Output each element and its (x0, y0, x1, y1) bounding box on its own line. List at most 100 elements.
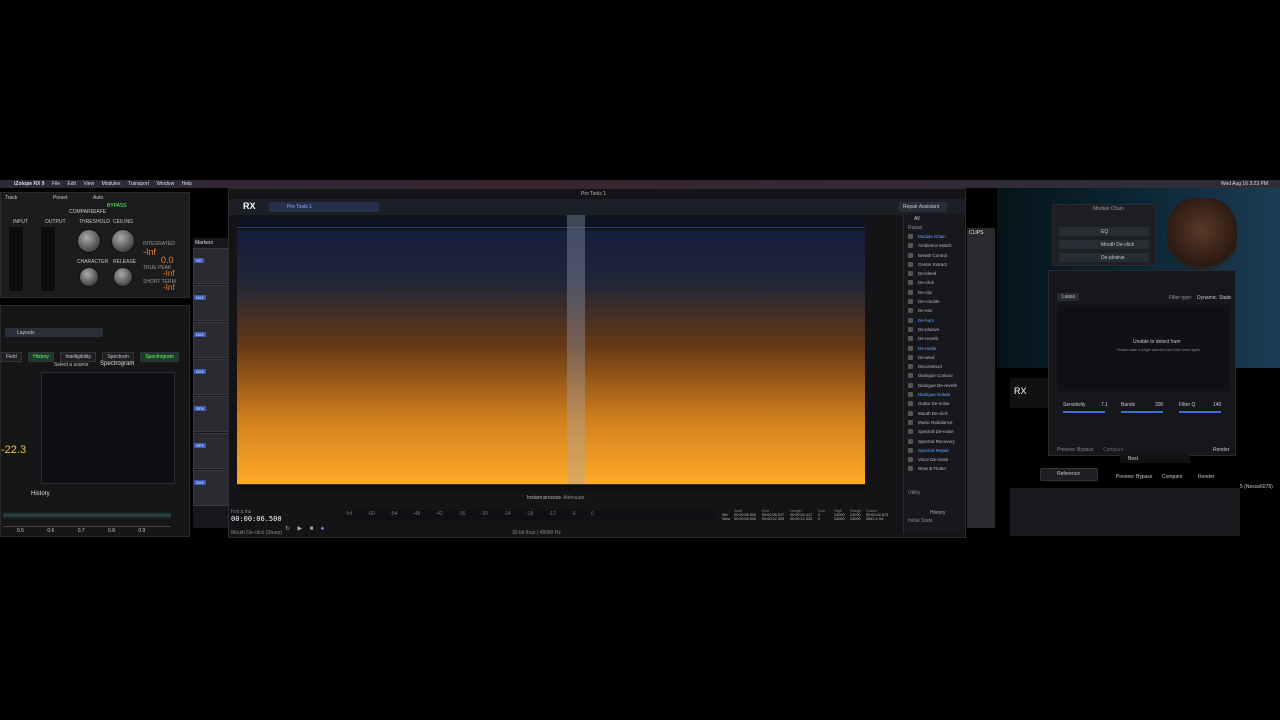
module-item[interactable]: Dialogue Isolate (904, 390, 964, 399)
menu-clock[interactable]: Wed Aug 16 3:23 PM (1221, 180, 1268, 188)
rx-file-tab[interactable]: Pro Tools 1 (269, 202, 379, 212)
track-row[interactable]: DX2 (193, 322, 229, 358)
compare-button-bottom[interactable]: Compare (1162, 474, 1183, 480)
repair-assistant-button[interactable]: Repair Assistant (899, 202, 947, 212)
module-filter-select[interactable]: All (904, 214, 964, 224)
hum-submessage: Please make a longer selection and click… (1117, 348, 1201, 352)
module-item[interactable]: De-wind (904, 353, 964, 362)
chain-item[interactable]: Mouth De-click (1059, 240, 1149, 249)
module-item[interactable]: Spectral De-noise (904, 427, 964, 436)
bands-value[interactable]: 300 (1155, 402, 1163, 408)
loop-icon[interactable]: ↻ (285, 526, 290, 532)
module-item[interactable]: Dialogue De-reverb (904, 381, 964, 390)
menu-help[interactable]: Help (182, 181, 192, 187)
module-item[interactable]: De-crackle (904, 297, 964, 306)
track-row[interactable]: VO (193, 248, 229, 284)
filter-static-radio[interactable]: Static (1219, 295, 1232, 301)
bypass-button-bottom[interactable]: Bypass (1136, 474, 1152, 480)
module-item[interactable]: De-click (904, 278, 964, 287)
track-name: SFX (194, 443, 206, 448)
safe-button[interactable]: SAFE (93, 209, 106, 215)
menu-view[interactable]: View (83, 181, 94, 187)
module-item[interactable]: De-clip (904, 288, 964, 297)
module-item[interactable]: De-plosive (904, 325, 964, 334)
instant-process-toggle[interactable]: Instant process (527, 495, 561, 501)
filter-dynamic-radio[interactable]: Dynamic (1197, 295, 1216, 301)
preview-button-bottom[interactable]: Preview (1116, 474, 1134, 480)
history-initial-state[interactable]: Initial State (908, 518, 933, 524)
menu-app-name[interactable]: iZotope RX 9 (14, 181, 45, 187)
waveform-overview[interactable] (237, 217, 865, 228)
track-row[interactable]: SFX (193, 433, 229, 469)
bypass-button-right[interactable]: Bypass (1077, 447, 1093, 453)
play-icon[interactable]: ▶ (297, 526, 302, 532)
limiter-plugin-window: Track Preset Auto COMPARE SAFE BYPASS IN… (0, 192, 190, 298)
record-icon[interactable]: ● (321, 526, 325, 532)
module-item[interactable]: Spectral Repair (904, 446, 964, 455)
track-row[interactable]: DX1 (193, 285, 229, 321)
track-row[interactable]: DX3 (193, 359, 229, 395)
reference-button[interactable]: Reference (1040, 468, 1098, 481)
bypass-button[interactable]: BYPASS (107, 203, 127, 209)
module-item[interactable]: Ambience Match (904, 241, 964, 250)
module-item[interactable]: Dialogue Contour (904, 371, 964, 380)
layout-preset-select[interactable]: Layouts (5, 328, 103, 337)
compare-button[interactable]: COMPARE (69, 209, 94, 215)
chain-item[interactable]: EQ (1059, 227, 1149, 236)
bands-slider[interactable] (1121, 411, 1163, 413)
threshold-knob[interactable] (77, 229, 101, 253)
sensitivity-slider[interactable] (1063, 411, 1105, 413)
instant-process-mode[interactable]: Attenuate (563, 495, 584, 501)
learn-button[interactable]: Lasso (1057, 293, 1079, 301)
ceiling-knob[interactable] (111, 229, 135, 253)
view-low[interactable]: 0 (818, 517, 834, 521)
compare-button-right[interactable]: Compare (1103, 447, 1124, 453)
module-item[interactable]: Music Rebalance (904, 418, 964, 427)
render-mode-select[interactable]: Best (1120, 455, 1190, 463)
view-high[interactable]: 24000 (834, 517, 850, 521)
menu-edit[interactable]: Edit (67, 181, 76, 187)
view-end[interactable]: 00:00:12.323 (762, 517, 790, 521)
tab-intelligibility[interactable]: Intelligibility (60, 352, 96, 362)
preview-button[interactable]: Preview (1057, 447, 1075, 453)
spectrogram-view[interactable] (237, 230, 865, 484)
time-format-select[interactable]: h:m:s.ms (231, 509, 251, 515)
timecode-display[interactable]: 00:00:06.500 (231, 515, 282, 523)
module-item[interactable]: De-bleed (904, 269, 964, 278)
module-item[interactable]: Mouth De-click (904, 409, 964, 418)
sensitivity-value[interactable]: 7.1 (1101, 402, 1108, 408)
module-item[interactable]: Wow & Flutter (904, 464, 964, 473)
selection-region[interactable] (567, 215, 585, 485)
module-chain-item[interactable]: Module Chain (904, 232, 964, 241)
menu-window[interactable]: Window (156, 181, 174, 187)
character-knob[interactable] (79, 267, 99, 287)
menu-file[interactable]: File (52, 181, 60, 187)
track-row[interactable]: SFX (193, 396, 229, 432)
menu-transport[interactable]: Transport (128, 181, 149, 187)
module-item[interactable]: Spectral Recovery (904, 437, 964, 446)
tab-history[interactable]: History (28, 352, 54, 362)
source-select[interactable]: Select a source (54, 362, 88, 368)
tab-spectrogram[interactable]: Spectrogram (140, 352, 179, 362)
filter-q-slider[interactable] (1179, 411, 1221, 413)
module-item[interactable]: Voice De-noise (904, 455, 964, 464)
module-item[interactable]: De-reverb (904, 334, 964, 343)
module-item[interactable]: Center Extract (904, 260, 964, 269)
module-item[interactable]: Guitar De-noise (904, 399, 964, 408)
module-item[interactable]: Breath Control (904, 251, 964, 260)
module-item[interactable]: De-ess (904, 306, 964, 315)
filter-q-value[interactable]: 140 (1213, 402, 1221, 408)
tab-field[interactable]: Field (1, 352, 22, 362)
track-row[interactable]: DX4 (193, 470, 229, 506)
menu-modules[interactable]: Modules (102, 181, 121, 187)
render-button-right[interactable]: Render (1213, 447, 1229, 453)
view-length[interactable]: 00:00:12.323 (790, 517, 818, 521)
render-button-bottom[interactable]: Render (1198, 474, 1214, 480)
module-item[interactable]: De-hum (904, 316, 964, 325)
view-start[interactable]: 00:00:00.000 (734, 517, 762, 521)
stop-icon[interactable]: ■ (310, 526, 314, 532)
module-item[interactable]: De-rustle (904, 344, 964, 353)
release-knob[interactable] (113, 267, 133, 287)
module-item[interactable]: Deconstruct (904, 362, 964, 371)
chain-item[interactable]: De-plosive (1059, 253, 1149, 262)
